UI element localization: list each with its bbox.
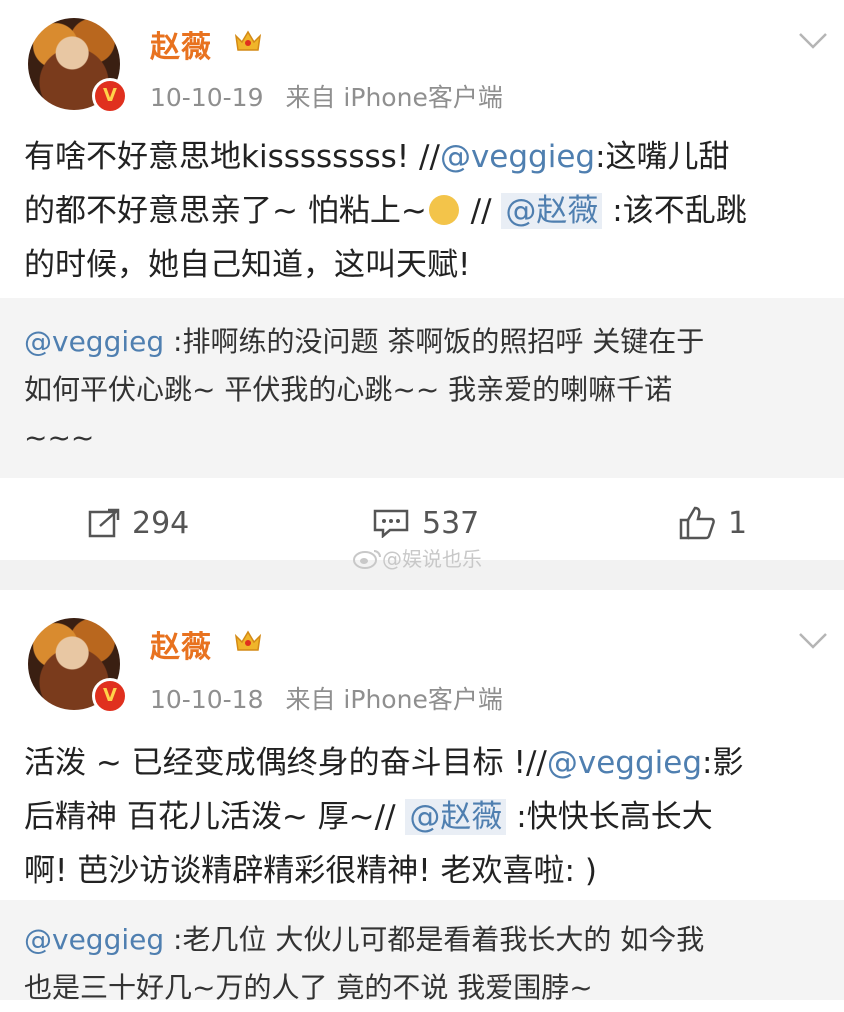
post-meta: 10-10-18 来自 iPhone客户端 bbox=[150, 680, 525, 716]
retweet-line: 如何平伏心跳~ 平伏我的心跳~~ 我亲爱的喇嘛千诺 bbox=[24, 373, 673, 406]
mention-link[interactable]: @veggieg bbox=[24, 325, 164, 358]
weibo-post-1: V 赵薇 10-10-19 来自 iPhone客户端 有啥不好意思地kisssss… bbox=[0, 0, 844, 560]
post-date: 10-10-18 bbox=[150, 685, 264, 714]
retweet-text: @veggieg :老几位 大伙儿可都是看着我长大的 如今我 也是三十好几~万的… bbox=[24, 916, 824, 1012]
content-text: 有啥不好意思地kissssssss! // bbox=[24, 139, 440, 175]
content-text: :快快长高长大 bbox=[506, 799, 713, 835]
repost-button[interactable]: 294 bbox=[88, 483, 189, 563]
mention-link[interactable]: @赵薇 bbox=[405, 799, 507, 835]
verified-v-icon: V bbox=[92, 678, 128, 714]
username[interactable]: 赵薇 bbox=[150, 22, 212, 66]
content-text: 活泼 ~ 已经变成偶终身的奋斗目标 !// bbox=[24, 745, 547, 781]
mention-link[interactable]: @veggieg bbox=[547, 745, 702, 781]
watermark-text: @娱说也乐 bbox=[382, 547, 482, 571]
post-content: 活泼 ~ 已经变成偶终身的奋斗目标 !//@veggieg:影 后精神 百花儿活… bbox=[24, 736, 824, 898]
post-date: 10-10-19 bbox=[150, 83, 264, 112]
like-count: 1 bbox=[728, 505, 748, 541]
post-meta: 10-10-19 来自 iPhone客户端 bbox=[150, 78, 525, 114]
username[interactable]: 赵薇 bbox=[150, 622, 212, 666]
mention-link[interactable]: @veggieg bbox=[440, 139, 595, 175]
comment-icon bbox=[373, 509, 409, 538]
weibo-post-2: V 赵薇 10-10-18 来自 iPhone客户端 活泼 ~ 已经变成偶终身的奋… bbox=[0, 590, 844, 1004]
retweet-text: @veggieg :排啊练的没问题 茶啊饭的照招呼 关键在于 如何平伏心跳~ 平… bbox=[24, 318, 824, 462]
content-text: :该不乱跳 bbox=[602, 193, 747, 229]
post-source: 来自 iPhone客户端 bbox=[285, 685, 503, 714]
chevron-down-icon[interactable] bbox=[798, 632, 828, 650]
like-button[interactable]: 1 bbox=[678, 483, 747, 563]
content-text: 的时候，她自己知道，这叫天赋! bbox=[24, 247, 471, 283]
retweet-line: 也是三十好几~万的人了 竟的不说 我爱围脖~ bbox=[24, 971, 593, 1004]
mention-link[interactable]: @赵薇 bbox=[501, 193, 603, 229]
content-text: :这嘴儿甜 bbox=[595, 139, 730, 175]
crown-icon bbox=[234, 630, 262, 651]
content-text: 后精神 百花儿活泼~ 厚~// bbox=[24, 799, 406, 835]
like-icon bbox=[679, 506, 715, 540]
crown-icon bbox=[234, 30, 262, 51]
retweet-line: :老几位 大伙儿可都是看着我长大的 如今我 bbox=[164, 923, 705, 956]
weibo-logo-icon bbox=[353, 549, 381, 569]
verified-v-icon: V bbox=[92, 78, 128, 114]
post-content: 有啥不好意思地kissssssss! //@veggieg:这嘴儿甜 的都不好意… bbox=[24, 130, 824, 292]
content-text: 啊! 芭沙访谈精辟精彩很精神! 老欢喜啦: ) bbox=[24, 853, 597, 889]
post-source: 来自 iPhone客户端 bbox=[285, 83, 503, 112]
content-text: // bbox=[460, 193, 502, 229]
emoji-icon bbox=[428, 195, 459, 225]
chevron-down-icon[interactable] bbox=[798, 32, 828, 50]
retweet-box[interactable]: @veggieg :排啊练的没问题 茶啊饭的照招呼 关键在于 如何平伏心跳~ 平… bbox=[0, 298, 844, 478]
retweet-line: ~~~ bbox=[24, 421, 95, 454]
retweet-line: :排啊练的没问题 茶啊饭的照招呼 关键在于 bbox=[164, 325, 705, 358]
comment-count: 537 bbox=[422, 505, 480, 541]
content-text: 的都不好意思亲了~ 怕粘上~ bbox=[24, 193, 427, 229]
content-text: :影 bbox=[702, 745, 744, 781]
mention-link[interactable]: @veggieg bbox=[24, 923, 164, 956]
repost-count: 294 bbox=[132, 505, 190, 541]
repost-icon bbox=[88, 508, 120, 538]
watermark: @娱说也乐 bbox=[352, 543, 482, 572]
retweet-box[interactable]: @veggieg :老几位 大伙儿可都是看着我长大的 如今我 也是三十好几~万的… bbox=[0, 900, 844, 1004]
